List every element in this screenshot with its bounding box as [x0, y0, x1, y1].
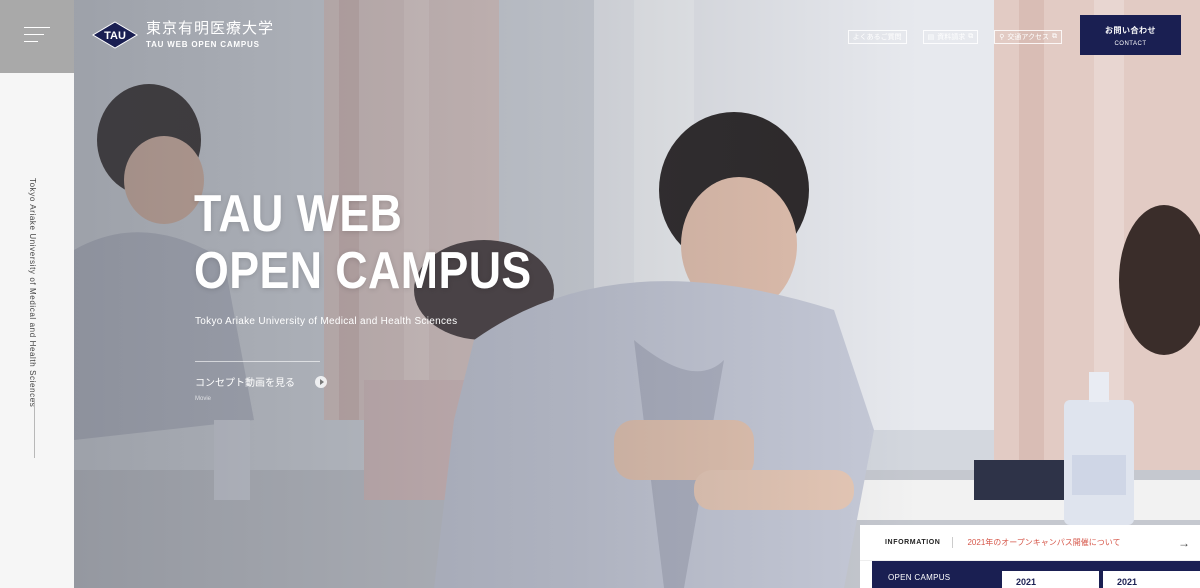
- open-campus-label[interactable]: OPEN CAMPUS: [888, 573, 950, 582]
- open-campus-year-card[interactable]: 2021: [1103, 571, 1200, 588]
- left-rail: Tokyo Ariake University of Medical and H…: [0, 0, 75, 588]
- map-pin-icon: ⚲: [999, 34, 1005, 41]
- brochure-request-label: 資料請求: [937, 34, 966, 41]
- menu-bar-icon: [24, 34, 44, 35]
- year-label: 2021: [1117, 577, 1138, 587]
- access-link-label: 交通アクセス: [1007, 34, 1049, 41]
- concept-movie-label: コンセプト動画を見る: [195, 378, 295, 389]
- tau-diamond-logo-icon: TAU: [92, 20, 138, 49]
- arrow-right-icon[interactable]: →: [1178, 536, 1190, 550]
- concept-movie-link[interactable]: コンセプト動画を見る: [195, 374, 327, 389]
- contact-label-jp: お問い合わせ: [1105, 26, 1156, 35]
- hero-divider: [195, 361, 320, 362]
- rail-divider: [34, 398, 35, 458]
- year-label: 2021: [1016, 577, 1037, 587]
- logo-mark-text: TAU: [104, 30, 126, 42]
- play-icon: [315, 375, 327, 388]
- logo-university-name: 東京有明医療大学: [146, 19, 275, 37]
- menu-bar-icon: [24, 27, 50, 28]
- hero-subtitle: Tokyo Ariake University of Medical and H…: [195, 316, 458, 327]
- vertical-university-name: Tokyo Ariake University of Medical and H…: [28, 178, 37, 408]
- external-window-icon: ⧉: [1052, 33, 1057, 40]
- hero-title-line2: OPEN CAMPUS: [194, 242, 532, 300]
- hero-section: TAU 東京有明医療大学 TAU WEB OPEN CAMPUS よくあるご質問…: [74, 0, 1200, 588]
- hero-title-line1: TAU WEB: [194, 185, 403, 243]
- faq-link-label: よくあるご質問: [852, 34, 902, 41]
- menu-bar-icon: [24, 41, 38, 42]
- hamburger-menu-button[interactable]: [0, 0, 74, 73]
- information-label: INFORMATION: [885, 539, 941, 546]
- contact-label-en: CONTACT: [1114, 41, 1147, 47]
- external-window-icon: ⧉: [968, 33, 974, 40]
- information-separator: [952, 537, 954, 548]
- site-logo[interactable]: TAU 東京有明医療大学 TAU WEB OPEN CAMPUS: [92, 20, 274, 49]
- movie-caption: Movie: [195, 396, 212, 402]
- open-campus-year-card[interactable]: 2021: [1002, 571, 1099, 588]
- information-bar: INFORMATION 2021年のオープンキャンパス開催について →: [860, 525, 1200, 561]
- faq-link[interactable]: よくあるご質問: [847, 30, 907, 44]
- document-icon: ▤: [927, 34, 935, 41]
- hero-title: TAU WEB OPEN CAMPUS: [194, 186, 532, 300]
- logo-text: 東京有明医療大学 TAU WEB OPEN CAMPUS: [146, 20, 274, 49]
- open-campus-strip: OPEN CAMPUS 2021 2021: [872, 561, 1200, 588]
- news-link[interactable]: 2021年のオープンキャンパス開催について: [967, 537, 1120, 548]
- contact-button[interactable]: お問い合わせ CONTACT: [1080, 15, 1181, 55]
- top-links: よくあるご質問 ▤ 資料請求 ⧉ ⚲ 交通アクセス ⧉: [847, 30, 1062, 44]
- logo-site-name: TAU WEB OPEN CAMPUS: [146, 40, 260, 49]
- information-panel: INFORMATION 2021年のオープンキャンパス開催について → OPEN…: [860, 525, 1200, 588]
- access-link[interactable]: ⚲ 交通アクセス ⧉: [994, 30, 1062, 44]
- brochure-request-link[interactable]: ▤ 資料請求 ⧉: [922, 30, 979, 44]
